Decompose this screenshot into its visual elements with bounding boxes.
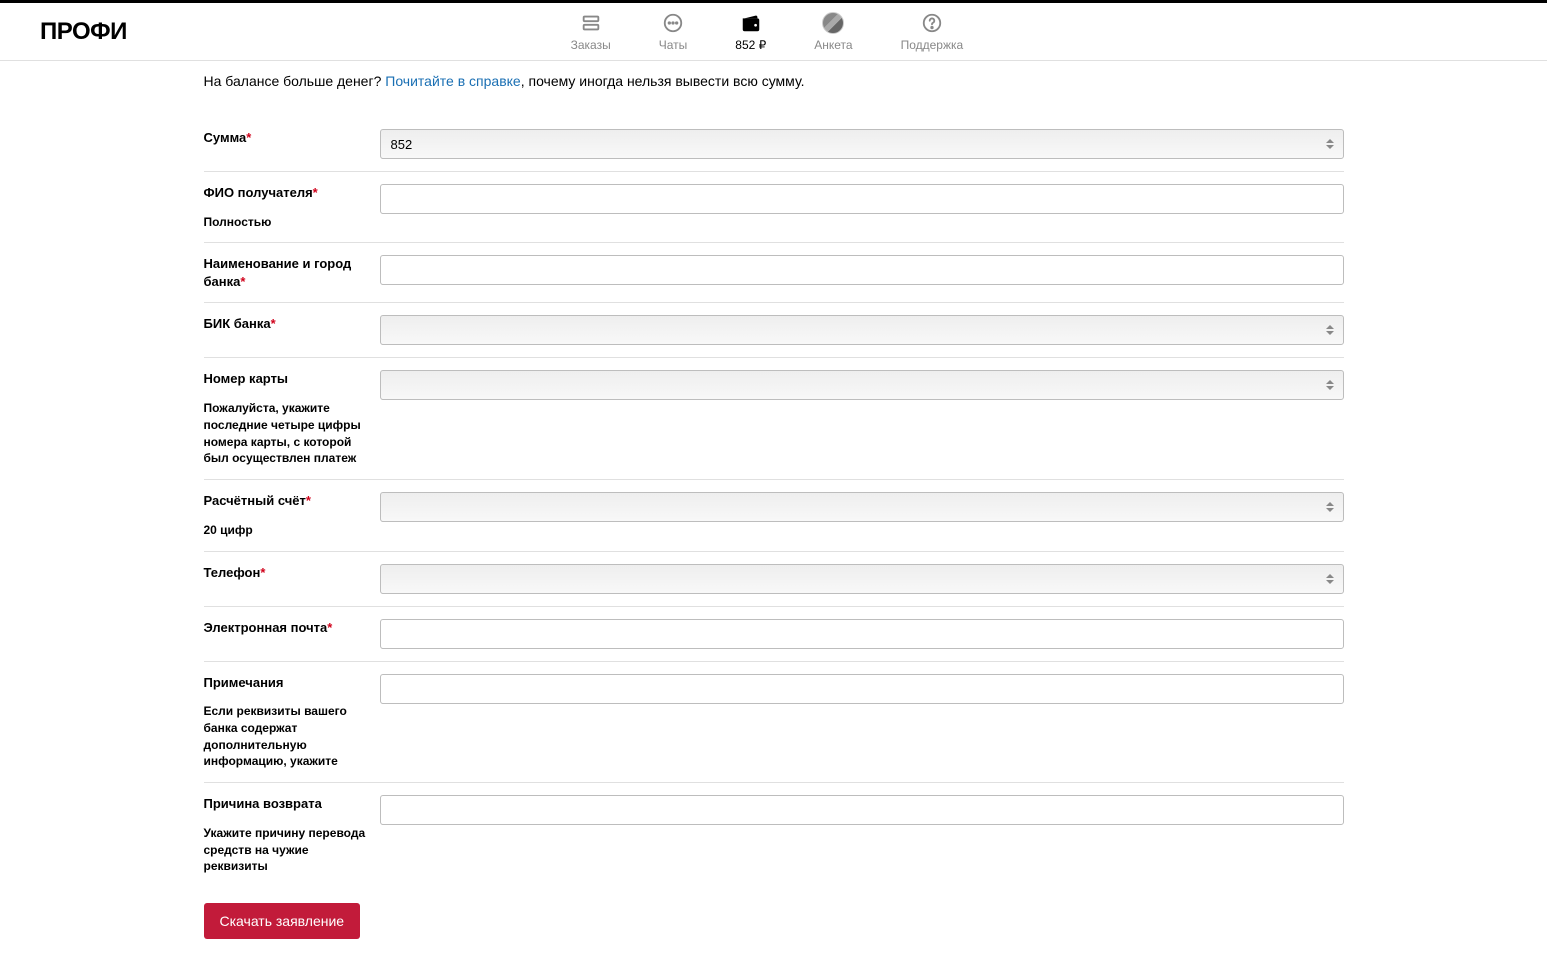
hint-card: Пожалуйста, укажите последние четыре циф…	[204, 400, 372, 467]
label-bank: Наименование и город банка*	[204, 255, 372, 290]
row-phone: Телефон*	[204, 552, 1344, 607]
stepper-icon[interactable]	[1326, 375, 1340, 395]
hint-link[interactable]: Почитайте в справке	[385, 73, 520, 89]
amount-input[interactable]	[380, 129, 1344, 159]
hint-reason: Укажите причину перевода средств на чужи…	[204, 825, 372, 875]
orders-icon	[580, 12, 602, 34]
email-input[interactable]	[380, 619, 1344, 649]
bank-input[interactable]	[380, 255, 1344, 285]
balance-hint: На балансе больше денег? Почитайте в спр…	[204, 73, 1344, 89]
row-account: Расчётный счёт* 20 цифр	[204, 480, 1344, 551]
account-input[interactable]	[380, 492, 1344, 522]
row-notes: Примечания Если реквизиты вашего банка с…	[204, 662, 1344, 784]
card-input[interactable]	[380, 370, 1344, 400]
reason-input[interactable]	[380, 795, 1344, 825]
chat-icon	[662, 12, 684, 34]
stepper-icon[interactable]	[1326, 320, 1340, 340]
row-bank: Наименование и город банка*	[204, 243, 1344, 303]
label-account: Расчётный счёт*	[204, 492, 372, 510]
hint-account: 20 цифр	[204, 522, 372, 539]
hint-suffix: , почему иногда нельзя вывести всю сумму…	[521, 73, 805, 89]
fio-input[interactable]	[380, 184, 1344, 214]
label-reason: Причина возврата	[204, 795, 372, 813]
nav-support-label: Поддержка	[901, 38, 964, 52]
help-icon	[921, 12, 943, 34]
row-fio: ФИО получателя* Полностью	[204, 172, 1344, 243]
row-email: Электронная почта*	[204, 607, 1344, 662]
label-bik: БИК банка*	[204, 315, 372, 333]
wallet-icon	[740, 12, 762, 34]
row-bik: БИК банка*	[204, 303, 1344, 358]
main-nav: Заказы Чаты 852 ₽ Анкета Поддержка	[571, 12, 964, 52]
stepper-icon[interactable]	[1326, 569, 1340, 589]
bik-input[interactable]	[380, 315, 1344, 345]
label-notes: Примечания	[204, 674, 372, 692]
nav-chats[interactable]: Чаты	[659, 12, 688, 52]
nav-support[interactable]: Поддержка	[901, 12, 964, 52]
label-amount: Сумма*	[204, 129, 372, 147]
logo[interactable]: ПРОФИ	[40, 18, 127, 46]
header: ПРОФИ Заказы Чаты 852 ₽ Анкета	[0, 3, 1547, 61]
row-amount: Сумма*	[204, 117, 1344, 172]
nav-profile[interactable]: Анкета	[814, 12, 852, 52]
row-reason: Причина возврата Укажите причину перевод…	[204, 783, 1344, 887]
content: На балансе больше денег? Почитайте в спр…	[154, 61, 1394, 979]
hint-notes: Если реквизиты вашего банка содержат доп…	[204, 703, 372, 770]
phone-input[interactable]	[380, 564, 1344, 594]
stepper-icon[interactable]	[1326, 497, 1340, 517]
label-card: Номер карты	[204, 370, 372, 388]
nav-orders-label: Заказы	[571, 38, 611, 52]
nav-balance[interactable]: 852 ₽	[735, 12, 766, 52]
download-button[interactable]: Скачать заявление	[204, 903, 361, 939]
avatar-icon	[822, 12, 844, 34]
label-phone: Телефон*	[204, 564, 372, 582]
notes-input[interactable]	[380, 674, 1344, 704]
hint-prefix: На балансе больше денег?	[204, 73, 386, 89]
row-card: Номер карты Пожалуйста, укажите последни…	[204, 358, 1344, 480]
hint-fio: Полностью	[204, 214, 372, 231]
stepper-icon[interactable]	[1326, 134, 1340, 154]
nav-chats-label: Чаты	[659, 38, 688, 52]
nav-profile-label: Анкета	[814, 38, 852, 52]
label-email: Электронная почта*	[204, 619, 372, 637]
nav-orders[interactable]: Заказы	[571, 12, 611, 52]
label-fio: ФИО получателя*	[204, 184, 372, 202]
nav-balance-label: 852 ₽	[735, 38, 766, 52]
